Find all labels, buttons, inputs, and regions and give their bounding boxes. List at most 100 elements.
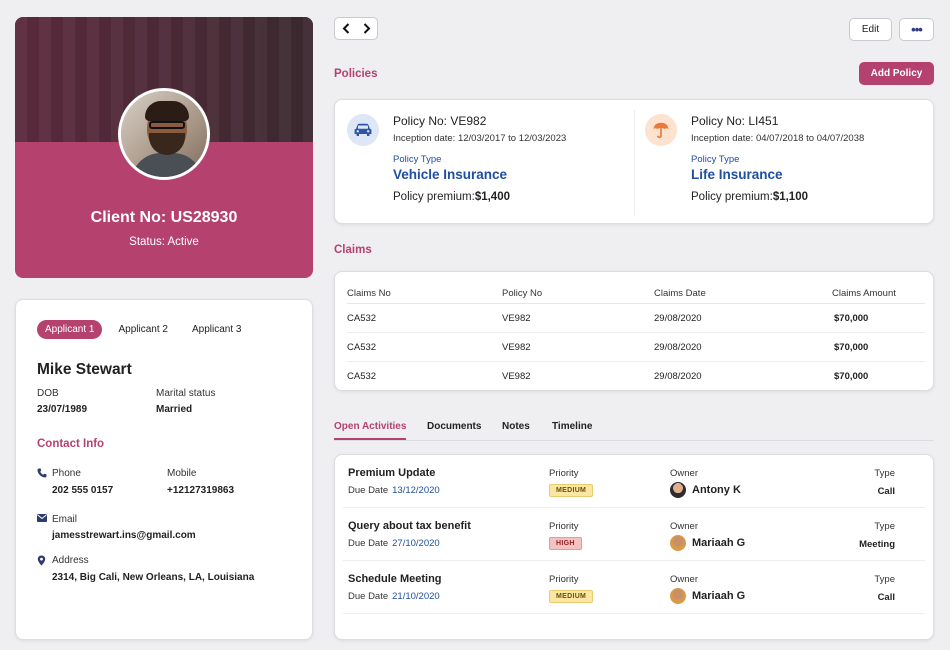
claim-amount: $70,000	[832, 332, 925, 362]
priority-badge: MEDIUM	[549, 590, 594, 603]
contact-info-title: Contact Info	[37, 438, 105, 450]
chevron-right-icon[interactable]	[363, 21, 371, 37]
owner-label: Owner	[670, 521, 698, 532]
activities-card: Premium Update Due Date 13/12/2020 Priori…	[334, 454, 934, 640]
avatar	[670, 535, 686, 551]
policy-type-label: Policy Type	[691, 154, 740, 165]
edit-button[interactable]: Edit	[849, 18, 892, 41]
mobile-label: Mobile	[167, 468, 197, 479]
policy-item[interactable]: Policy No: VE982 Inception date: 12/03/2…	[335, 100, 633, 223]
priority-badge: MEDIUM	[549, 484, 594, 497]
claim-number: CA532	[347, 303, 502, 333]
owner-name: Antony K	[692, 484, 741, 496]
activity-tabs: Open Activities Documents Notes Timeline	[334, 420, 934, 441]
claim-number: CA532	[347, 370, 377, 382]
activity-type: Meeting	[859, 539, 895, 550]
tab-applicant-1[interactable]: Applicant 1	[37, 320, 103, 339]
policy-premium: Policy premium:$1,400	[393, 191, 510, 203]
claims-card: Claims No Policy No Claims Date Claims A…	[334, 271, 934, 391]
applicant-tabs: Applicant 1 Applicant 2 Applicant 3	[37, 320, 249, 339]
column-header: Claims Amount	[832, 286, 925, 304]
claims-header-row: Claims No Policy No Claims Date Claims A…	[347, 286, 925, 304]
dob-label: DOB	[37, 388, 59, 399]
phone-value[interactable]: 202 555 0157	[52, 485, 113, 496]
policy-item[interactable]: Policy No: LI451 Inception date: 04/07/2…	[633, 100, 931, 223]
avatar	[670, 482, 686, 498]
column-header: Claims Date	[654, 286, 832, 304]
claim-date: 29/08/2020	[654, 370, 702, 382]
email-icon	[37, 514, 47, 524]
avatar	[670, 588, 686, 604]
claim-date: 29/08/2020	[654, 332, 832, 362]
activity-due: Due Date 21/10/2020	[348, 591, 440, 602]
tab-documents[interactable]: Documents	[427, 421, 481, 432]
client-profile-card: Client No: US28930 Status: Active	[15, 17, 313, 278]
applicant-name: Mike Stewart	[37, 361, 132, 378]
type-label: Type	[874, 521, 895, 532]
table-row[interactable]: CA532 VE982 29/08/2020 $70,000	[347, 362, 925, 391]
activity-title: Premium Update	[348, 467, 436, 479]
activity-type: Call	[877, 486, 895, 497]
client-number: Client No: US28930	[90, 209, 238, 226]
priority-badge: HIGH	[549, 537, 582, 550]
tab-applicant-3[interactable]: Applicant 3	[184, 320, 249, 339]
umbrella-icon	[645, 114, 677, 146]
add-policy-button[interactable]: Add Policy	[859, 62, 934, 85]
phone-icon	[37, 468, 47, 478]
list-item[interactable]: Premium Update Due Date 13/12/2020 Priori…	[335, 455, 933, 508]
dob-value: 23/07/1989	[37, 404, 88, 415]
claim-amount: $70,000	[832, 303, 925, 333]
policies-title: Policies	[334, 68, 378, 80]
activity-due: Due Date 27/10/2020	[348, 538, 440, 549]
chevron-left-icon[interactable]	[342, 21, 350, 37]
location-pin-icon	[37, 555, 47, 566]
table-row[interactable]: CA532 VE982 29/08/2020 $70,000	[347, 332, 925, 362]
policy-number: Policy No: VE982	[393, 114, 487, 128]
tab-notes[interactable]: Notes	[502, 421, 530, 432]
claims-title: Claims	[334, 244, 372, 256]
owner-name: Mariaah G	[692, 590, 746, 602]
policy-inception: Inception date: 04/07/2018 to 04/07/2038	[691, 133, 865, 144]
record-navigation	[334, 17, 378, 40]
claim-date: 29/08/2020	[654, 303, 832, 333]
priority-label: Priority	[549, 521, 579, 532]
policy-number: Policy No: LI451	[691, 114, 779, 128]
phone-label: Phone	[52, 468, 81, 479]
claim-number: CA532	[347, 332, 502, 362]
priority-label: Priority	[549, 574, 579, 585]
address-value: 2314, Big Cali, New Orleans, LA, Louisia…	[52, 572, 255, 583]
marital-label: Marital status	[156, 388, 216, 399]
type-label: Type	[874, 468, 895, 479]
tab-applicant-2[interactable]: Applicant 2	[110, 320, 175, 339]
more-options-icon[interactable]: •••	[899, 18, 934, 41]
column-header: Claims No	[347, 286, 502, 304]
owner-name: Mariaah G	[692, 537, 746, 549]
tab-open-activities[interactable]: Open Activities	[334, 421, 407, 440]
mobile-value[interactable]: +12127319863	[167, 485, 234, 496]
marital-value: Married	[156, 404, 193, 415]
owner-label: Owner	[670, 574, 698, 585]
policy-type[interactable]: Vehicle Insurance	[393, 167, 507, 182]
claim-policy: VE982	[502, 303, 654, 333]
applicant-card: Applicant 1 Applicant 2 Applicant 3 Mike…	[15, 299, 313, 640]
policies-card: Policy No: VE982 Inception date: 12/03/2…	[334, 99, 934, 224]
list-item[interactable]: Query about tax benefit Due Date 27/10/20…	[335, 508, 933, 561]
client-avatar	[118, 88, 210, 180]
claims-table: Claims No Policy No Claims Date Claims A…	[347, 286, 925, 391]
activity-due: Due Date 13/12/2020	[348, 485, 440, 496]
activity-title: Query about tax benefit	[348, 520, 471, 532]
activity-title: Schedule Meeting	[348, 573, 442, 585]
priority-label: Priority	[549, 468, 579, 479]
policy-inception: Inception date: 12/03/2017 to 12/03/2023	[393, 133, 567, 144]
list-item[interactable]: Schedule Meeting Due Date 21/10/2020 Prio…	[335, 561, 933, 614]
claim-policy: VE982	[502, 332, 654, 362]
client-status: Status: Active	[129, 236, 199, 248]
email-label: Email	[52, 514, 78, 525]
email-value[interactable]: jamesstrewart.ins@gmail.com	[52, 530, 196, 541]
column-header: Policy No	[502, 286, 654, 304]
table-row[interactable]: CA532 VE982 29/08/2020 $70,000	[347, 303, 925, 333]
tab-timeline[interactable]: Timeline	[552, 421, 592, 432]
policy-type[interactable]: Life Insurance	[691, 167, 783, 182]
car-icon	[347, 114, 379, 146]
type-label: Type	[874, 574, 895, 585]
